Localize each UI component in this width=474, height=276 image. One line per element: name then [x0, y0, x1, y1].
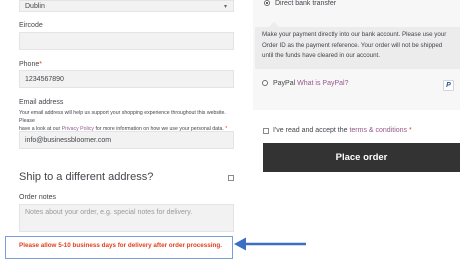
place-order-button[interactable]: Place order — [263, 143, 460, 172]
email-value: info@businessbloomer.com — [25, 136, 112, 144]
ship-different-heading: Ship to a different address? — [19, 171, 154, 183]
eircode-field[interactable] — [19, 32, 234, 50]
what-is-paypal-link[interactable]: What is PayPal? — [297, 80, 348, 87]
phone-field[interactable]: 1234567890 — [19, 70, 234, 88]
email-field[interactable]: info@businessbloomer.com — [19, 131, 234, 149]
phone-value: 1234567890 — [25, 75, 64, 83]
arrow-left-icon — [234, 237, 306, 251]
eircode-label: Eircode — [19, 22, 43, 29]
county-value: Dublin — [25, 2, 45, 10]
delivery-notice: Please allow 5-10 business days for deli… — [19, 242, 222, 249]
bank-transfer-description: Make your payment directly into our bank… — [255, 22, 460, 69]
order-notes-label: Order notes — [19, 194, 56, 201]
county-select[interactable]: Dublin ▾ — [19, 0, 234, 12]
terms-link[interactable]: terms & conditions — [349, 127, 407, 134]
order-notes-field[interactable]: Notes about your order, e.g. special not… — [19, 204, 234, 232]
privacy-notice: Your email address will help us support … — [19, 110, 228, 132]
chevron-down-icon: ▾ — [223, 4, 227, 10]
ship-different-checkbox[interactable] — [228, 175, 234, 181]
bank-transfer-radio[interactable] — [264, 0, 270, 6]
phone-label: Phone* — [19, 61, 42, 68]
paypal-radio[interactable] — [262, 80, 268, 86]
bank-transfer-label: Direct bank transfer — [275, 0, 337, 7]
terms-label: I've read and accept the terms & conditi… — [273, 127, 412, 134]
email-label: Email address — [19, 99, 64, 106]
paypal-logo-icon: P — [443, 80, 454, 91]
terms-checkbox[interactable] — [263, 128, 269, 134]
order-notes-placeholder: Notes about your order, e.g. special not… — [25, 209, 193, 216]
paypal-label: PayPal What is PayPal? — [273, 80, 349, 87]
